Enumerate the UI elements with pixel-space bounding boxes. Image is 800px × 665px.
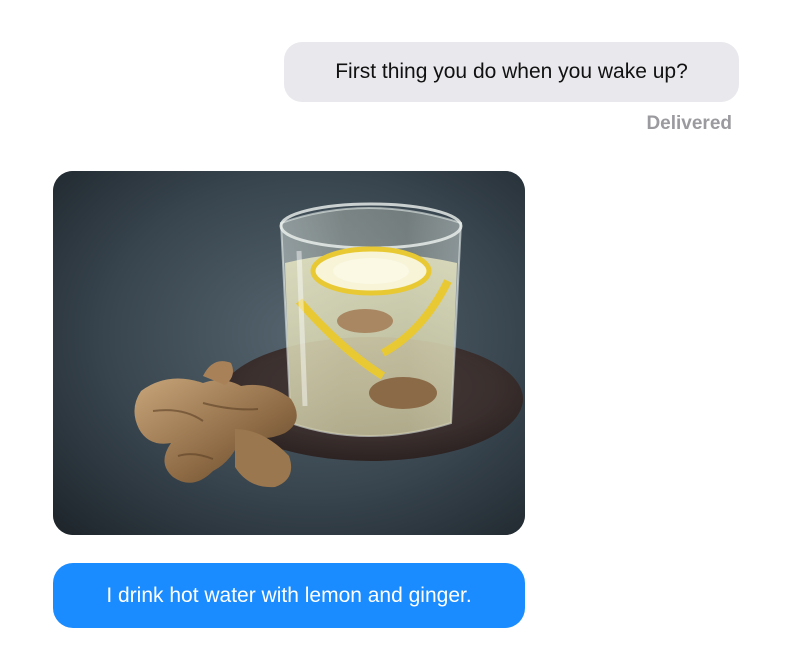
incoming-message-bubble[interactable]: I drink hot water with lemon and ginger.	[53, 563, 525, 628]
delivered-status: Delivered	[646, 113, 732, 134]
attached-photo-lemon-ginger-water[interactable]	[53, 171, 525, 535]
outgoing-message-bubble[interactable]: First thing you do when you wake up?	[284, 42, 739, 102]
outgoing-message-text: First thing you do when you wake up?	[335, 60, 688, 84]
photo-illustration	[53, 171, 525, 535]
message-thread: First thing you do when you wake up? Del…	[0, 0, 800, 665]
incoming-message-text: I drink hot water with lemon and ginger.	[106, 583, 472, 607]
